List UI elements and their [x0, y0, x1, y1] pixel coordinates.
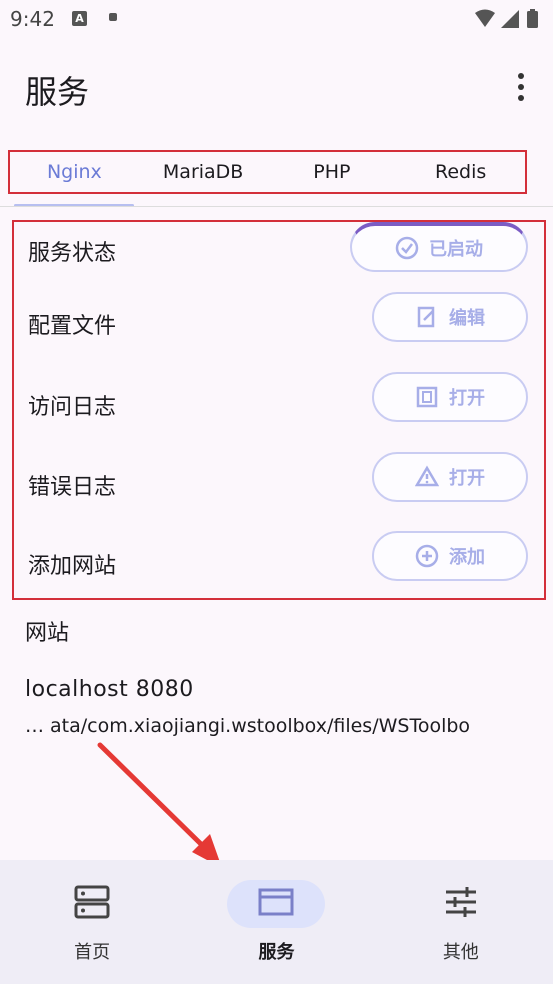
add-site-button-label: 添加 [449, 547, 485, 568]
nav-label-services: 服务 [258, 942, 295, 963]
service-status-button-label: 已启动 [429, 239, 483, 260]
config-file-label: 配置文件 [28, 314, 117, 339]
nav-item-home[interactable]: 首页 [0, 860, 184, 984]
notification-dot-icon [109, 13, 117, 21]
access-log-label: 访问日志 [28, 395, 117, 420]
error-log-open-button[interactable]: 打开 [372, 452, 528, 502]
service-tabs: Nginx MariaDB PHP Redis [8, 150, 527, 194]
app-bar: 服务 [0, 48, 553, 128]
warning-icon [415, 465, 439, 489]
bottom-navigation: 首页 服务 其他 [0, 860, 553, 984]
access-log-open-button[interactable]: 打开 [372, 372, 528, 422]
nav-item-services[interactable]: 服务 [184, 860, 368, 984]
status-bar: 9:42 A [0, 0, 553, 40]
sites-section-label: 网站 [25, 621, 70, 646]
error-log-label: 错误日志 [28, 475, 117, 500]
nav-label-other: 其他 [442, 942, 479, 963]
signal-icon [501, 10, 519, 28]
battery-icon [527, 9, 538, 28]
more-vert-icon [518, 73, 524, 79]
add-site-button[interactable]: 添加 [372, 531, 528, 581]
tab-nginx[interactable]: Nginx [10, 161, 139, 183]
tab-mariadb[interactable]: MariaDB [139, 161, 268, 183]
notification-a-icon: A [72, 11, 87, 26]
status-right-icons [473, 8, 545, 34]
config-edit-button-label: 编辑 [449, 308, 485, 329]
add-site-label: 添加网站 [28, 554, 117, 579]
sliders-icon [443, 884, 479, 924]
check-circle-icon [395, 236, 419, 260]
page-title: 服务 [25, 73, 90, 111]
server-icon [74, 884, 110, 924]
add-circle-icon [415, 544, 439, 568]
access-log-open-button-label: 打开 [449, 388, 485, 409]
service-status-button[interactable]: 已启动 [350, 222, 528, 272]
error-log-open-button-label: 打开 [449, 468, 485, 489]
config-edit-button[interactable]: 编辑 [372, 292, 528, 342]
wifi-icon [475, 9, 495, 27]
tab-php[interactable]: PHP [268, 161, 397, 183]
nav-label-home: 首页 [74, 942, 111, 963]
log-file-icon [415, 385, 439, 409]
site-path: … ata/com.xiaojiangi.wstoolbox/files/WST… [25, 715, 471, 737]
status-time: 9:42 [10, 7, 55, 31]
more-options-button[interactable] [511, 70, 531, 104]
site-name: localhost 8080 [25, 677, 194, 702]
nav-item-other[interactable]: 其他 [369, 860, 553, 984]
service-status-label: 服务状态 [28, 241, 117, 266]
tab-divider [0, 206, 553, 207]
service-controls: 服务状态 已启动 配置文件 编辑 访问日志 打开 错误日志 打开 添加网站 添加 [12, 220, 546, 600]
window-icon [258, 887, 294, 921]
tab-redis[interactable]: Redis [396, 161, 525, 183]
edit-file-icon [415, 305, 439, 329]
